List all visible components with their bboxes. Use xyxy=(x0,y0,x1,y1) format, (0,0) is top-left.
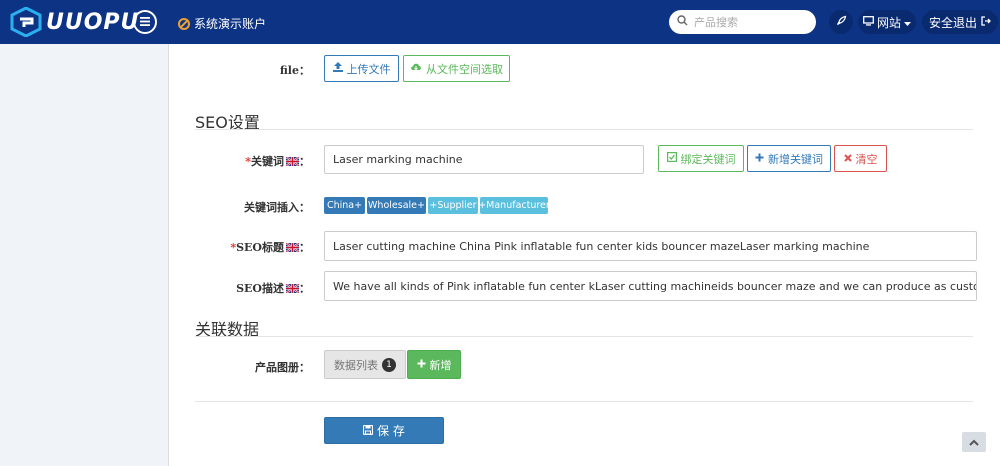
monitor-icon xyxy=(863,15,874,29)
menu-toggle-button[interactable] xyxy=(133,10,157,34)
keywords-label: *关键词： xyxy=(245,155,310,168)
ban-icon xyxy=(178,17,190,30)
choose-from-space-label: 从文件空间选取 xyxy=(426,62,503,76)
keyword-insert-label: 关键词插入： xyxy=(244,201,310,214)
seo-title-input[interactable]: Laser cutting machine China Pink inflata… xyxy=(324,231,977,261)
keywords-input[interactable]: Laser marking machine xyxy=(324,145,644,174)
plus-icon xyxy=(755,152,764,165)
save-label: 保 存 xyxy=(377,424,405,438)
upload-file-label: 上传文件 xyxy=(346,62,391,76)
hamburger-icon xyxy=(140,15,150,29)
data-list-count-badge: 1 xyxy=(382,357,396,372)
floppy-disk-icon xyxy=(362,424,374,438)
scroll-to-top-button[interactable] xyxy=(962,432,986,452)
site-menu-label: 网站 xyxy=(876,15,901,30)
top-navbar: UUOPU 系统演示账户 网站 安全退出 xyxy=(0,0,1000,44)
close-icon xyxy=(843,152,852,165)
file-label: file： xyxy=(279,64,310,77)
clear-button[interactable]: 清空 xyxy=(834,145,887,172)
logout-label: 安全退出 xyxy=(928,15,977,30)
tag-wholesale[interactable]: Wholesale+ xyxy=(367,197,426,214)
plus-icon xyxy=(417,358,426,371)
cloud-download-icon xyxy=(410,62,422,75)
add-new-label: 新增 xyxy=(429,358,452,372)
new-keyword-button[interactable]: 新增关键词 xyxy=(747,145,831,172)
add-new-button[interactable]: 新增 xyxy=(407,350,461,379)
upload-file-button[interactable]: 上传文件 xyxy=(324,55,399,82)
bind-keywords-label: 绑定关键词 xyxy=(680,152,736,166)
search-icon xyxy=(677,15,688,29)
account-label: 系统演示账户 xyxy=(194,17,267,31)
check-square-icon xyxy=(666,152,677,165)
tag-supplier[interactable]: +Supplier xyxy=(428,197,478,214)
sign-out-icon xyxy=(981,15,991,29)
seo-title-value: Laser cutting machine China Pink inflata… xyxy=(333,239,870,253)
seo-title-label: *SEO标题： xyxy=(230,241,310,254)
seo-description-input[interactable]: We have all kinds of Pink inflatable fun… xyxy=(324,271,977,301)
uk-flag-icon xyxy=(286,243,299,252)
related-divider xyxy=(195,336,973,337)
clear-label: 清空 xyxy=(855,152,878,166)
logo[interactable]: UUOPU xyxy=(10,7,139,37)
logo-mark-icon xyxy=(10,7,42,37)
rocket-icon xyxy=(836,15,847,29)
actions-divider xyxy=(195,401,973,402)
site-menu-button[interactable]: 网站 xyxy=(858,10,916,34)
chevron-up-icon xyxy=(969,435,979,449)
new-keyword-label: 新增关键词 xyxy=(768,152,823,166)
search-input[interactable] xyxy=(694,15,804,29)
uk-flag-icon xyxy=(286,284,299,293)
keywords-value: Laser marking machine xyxy=(333,153,463,166)
tag-china[interactable]: China+ xyxy=(324,197,365,214)
account-indicator: 系统演示账户 xyxy=(178,15,266,32)
uk-flag-icon xyxy=(286,157,299,166)
bind-keywords-button[interactable]: 绑定关键词 xyxy=(658,145,744,172)
search-box[interactable] xyxy=(669,10,816,34)
data-list-label: 数据列表 xyxy=(334,358,378,372)
logo-text: UUOPU xyxy=(46,9,140,35)
logout-button[interactable]: 安全退出 xyxy=(922,10,998,34)
seo-divider xyxy=(195,129,973,130)
data-list-button[interactable]: 数据列表 1 xyxy=(324,350,406,379)
seo-description-label: SEO描述： xyxy=(236,282,310,295)
rocket-button[interactable] xyxy=(829,10,853,34)
upload-icon xyxy=(332,62,343,75)
choose-from-space-button[interactable]: 从文件空间选取 xyxy=(403,55,510,82)
product-album-label: 产品图册： xyxy=(255,361,310,374)
seo-description-value: We have all kinds of Pink inflatable fun… xyxy=(333,279,976,293)
save-button[interactable]: 保 存 xyxy=(324,417,444,444)
caret-down-icon xyxy=(904,15,911,29)
tag-manufacturer[interactable]: +Manufacturer xyxy=(478,197,550,214)
